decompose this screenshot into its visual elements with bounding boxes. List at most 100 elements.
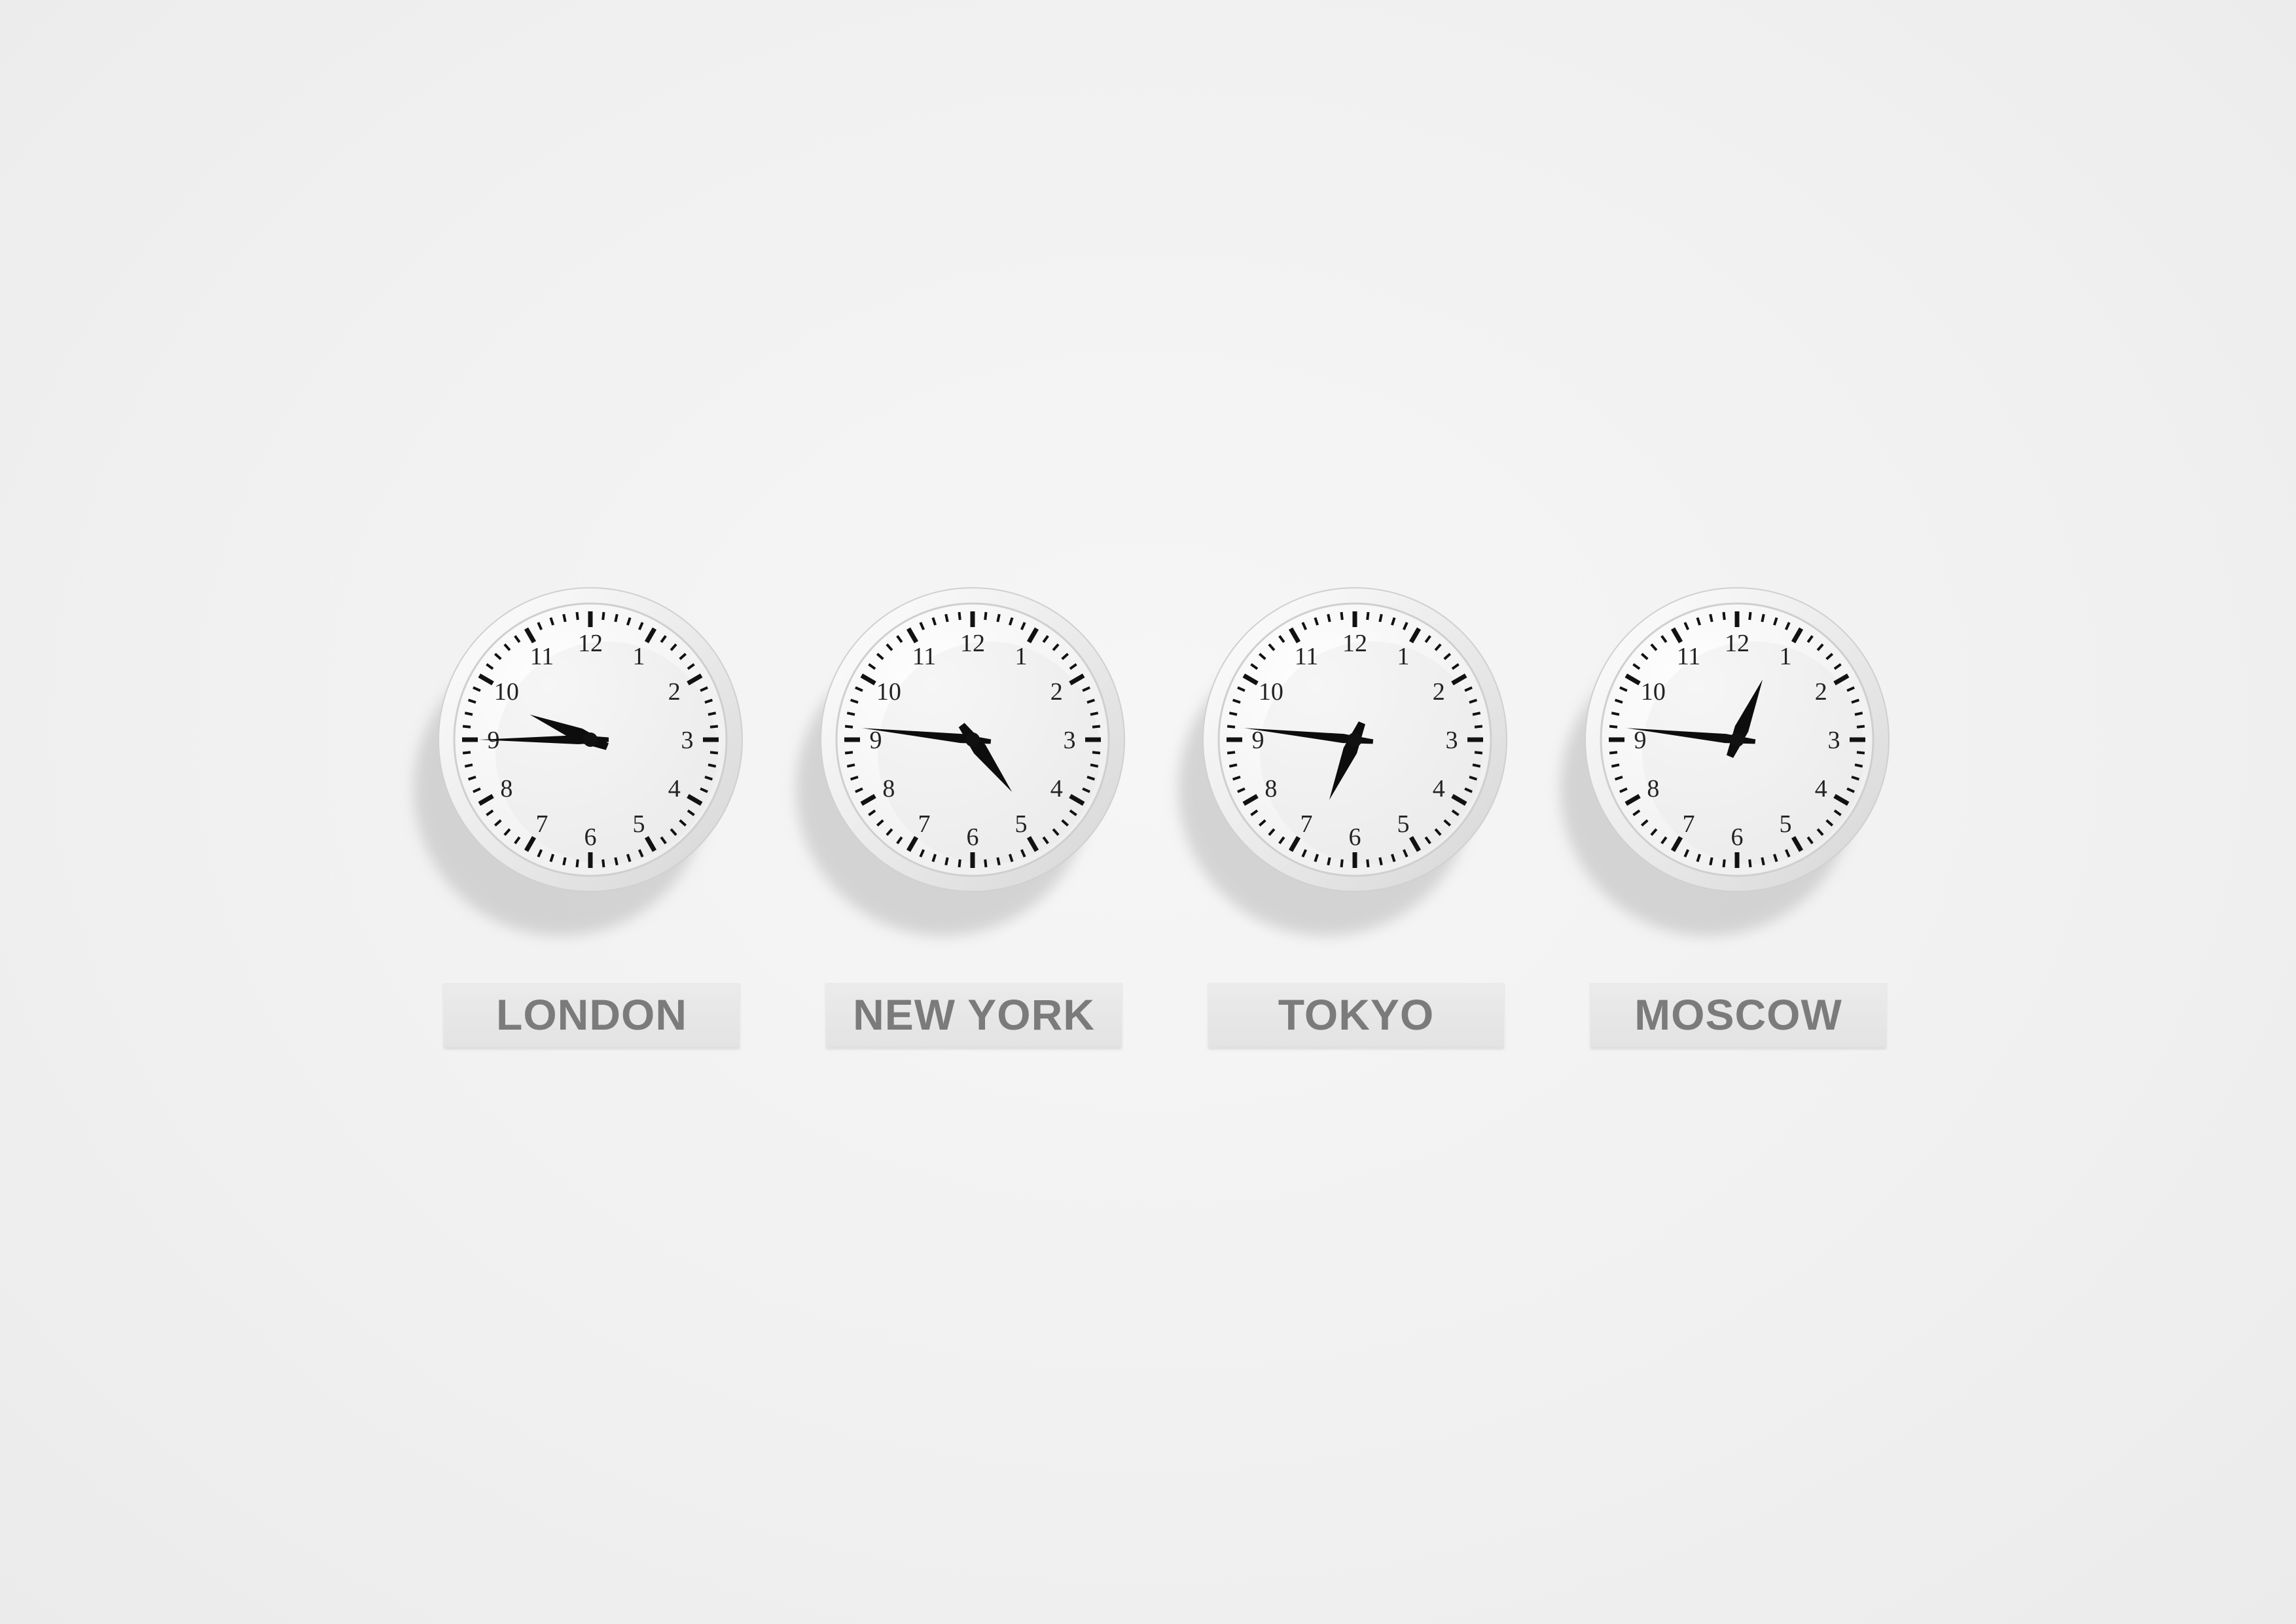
tick-mark — [575, 611, 579, 621]
tick-mark — [464, 712, 473, 716]
tick-mark — [575, 859, 579, 868]
dial-number: 6 — [1731, 823, 1744, 851]
clock-new-york: 12 1 2 3 4 5 6 7 8 9 10 11 — [796, 576, 1125, 936]
dial-number: 4 — [668, 775, 681, 803]
tick-mark — [1611, 712, 1620, 716]
tick-mark — [984, 611, 988, 621]
clock-tokyo: 12 1 2 3 4 5 6 7 8 9 10 11 — [1178, 576, 1507, 936]
dial-number: 5 — [1397, 810, 1410, 838]
tick-mark — [1378, 613, 1383, 623]
dial-number: 10 — [876, 678, 901, 706]
tick-mark — [1854, 712, 1863, 716]
dial-number: 11 — [1295, 643, 1319, 670]
tick-mark — [1227, 751, 1236, 755]
dial-number: 6 — [967, 823, 979, 851]
dial-number: 10 — [494, 678, 519, 706]
dial-number: 4 — [1815, 775, 1827, 803]
dial-number: 3 — [1828, 727, 1840, 754]
clock-london: 121234567891011 — [414, 576, 743, 936]
dial-number: 12 — [1725, 630, 1749, 657]
tick-mark — [1722, 859, 1726, 868]
tick-mark — [709, 751, 719, 755]
tick-mark — [1092, 751, 1101, 755]
tick-mark — [984, 859, 988, 868]
wall-background: 121234567891011 121234567891011 12123456… — [0, 0, 2296, 1624]
dial-number: 2 — [1050, 678, 1063, 706]
city-label-tokyo: TOKYO — [1208, 982, 1504, 1047]
dial-number: 11 — [1677, 643, 1701, 670]
dial-number: 2 — [668, 678, 681, 706]
tick-mark — [1229, 763, 1238, 768]
tick-mark — [708, 763, 717, 768]
tick-mark — [1854, 763, 1863, 768]
tick-mark — [1722, 611, 1726, 621]
center-hub — [965, 732, 980, 747]
dial-number: 7 — [536, 810, 548, 838]
tick-mark — [1856, 751, 1865, 755]
tick-mark — [1609, 751, 1618, 755]
tick-mark — [614, 613, 619, 623]
tick-mark — [944, 857, 949, 866]
tick-mark — [1366, 611, 1370, 621]
tick-mark — [614, 857, 619, 866]
dial-number: 1 — [1397, 643, 1410, 670]
clock-face-svg: 121234567891011 — [1560, 587, 1890, 936]
tick-mark — [1761, 857, 1765, 866]
tick-mark — [464, 763, 473, 768]
dial-number: 2 — [1815, 678, 1827, 706]
clock-moscow: 12 1 2 3 4 5 6 7 8 9 10 11 — [1560, 576, 1890, 936]
dial-number: 11 — [912, 643, 937, 670]
tick-mark — [996, 613, 1001, 623]
dial-number: 1 — [1780, 643, 1792, 670]
tick-mark — [1327, 857, 1331, 866]
tick-mark — [1709, 857, 1713, 866]
dial-number: 10 — [1259, 678, 1283, 706]
city-label-london: LONDON — [444, 982, 740, 1047]
tick-mark — [708, 712, 717, 716]
dial-number: 7 — [918, 810, 931, 838]
city-label-moscow: MOSCOW — [1590, 982, 1886, 1047]
dial-number: 1 — [633, 643, 645, 670]
dial-number: 4 — [1050, 775, 1063, 803]
dial-number: 3 — [681, 727, 694, 754]
dial-number: 11 — [530, 643, 554, 670]
dial-number: 6 — [584, 823, 597, 851]
dial-number: 12 — [578, 630, 603, 657]
tick-mark — [1474, 751, 1483, 755]
tick-mark — [846, 763, 855, 768]
tick-mark — [846, 712, 855, 716]
dial-number: 8 — [882, 775, 895, 803]
dial-number: 12 — [960, 630, 985, 657]
dial-number: 2 — [1433, 678, 1445, 706]
dial-number: 8 — [1265, 775, 1277, 803]
tick-mark — [1611, 763, 1620, 768]
dial-number: 6 — [1349, 823, 1361, 851]
center-hub — [1730, 732, 1744, 747]
dial-number: 8 — [1647, 775, 1659, 803]
dial-number: 10 — [1641, 678, 1666, 706]
dial-number: 5 — [1780, 810, 1792, 838]
dial-number: 12 — [1342, 630, 1367, 657]
tick-mark — [1229, 712, 1238, 716]
tick-mark — [1366, 859, 1370, 868]
tick-mark — [944, 613, 949, 623]
tick-mark — [1748, 611, 1752, 621]
dial-number: 3 — [1446, 727, 1458, 754]
dial-number: 3 — [1064, 727, 1076, 754]
tick-mark — [1472, 712, 1481, 716]
tick-mark — [1090, 763, 1099, 768]
tick-mark — [562, 613, 567, 623]
tick-mark — [1327, 613, 1331, 623]
dial-number: 5 — [633, 810, 645, 838]
dial-number: 1 — [1015, 643, 1028, 670]
dial-number: 7 — [1683, 810, 1695, 838]
center-hub — [1348, 732, 1362, 747]
tick-mark — [1472, 763, 1481, 768]
tick-mark — [1748, 859, 1752, 868]
tick-mark — [1709, 613, 1713, 623]
dial-number: 4 — [1433, 775, 1445, 803]
tick-mark — [1761, 613, 1765, 623]
dial-number: 7 — [1300, 810, 1313, 838]
center-hub — [583, 732, 598, 747]
tick-mark — [996, 857, 1001, 866]
